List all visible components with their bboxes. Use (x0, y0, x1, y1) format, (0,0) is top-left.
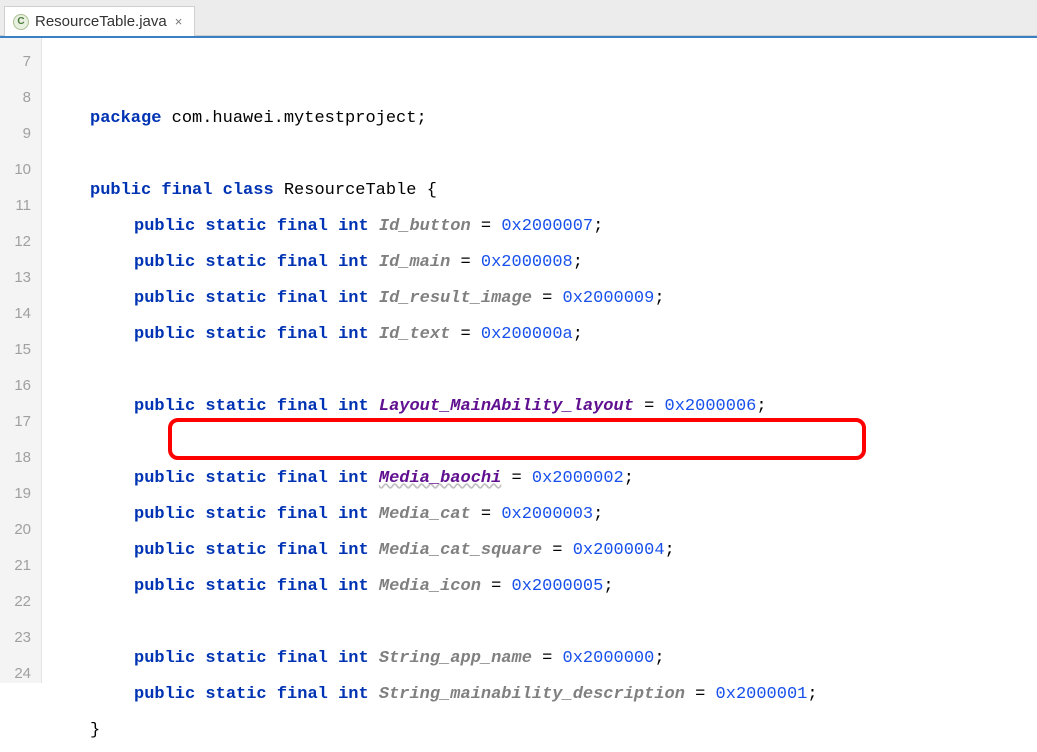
code-line: public static final int String_mainabili… (42, 677, 1037, 713)
code-line: public final class ResourceTable { (42, 173, 1037, 209)
line-number: 23 (6, 620, 31, 656)
code-line: public static final int Id_text = 0x2000… (42, 317, 1037, 353)
code-line (42, 425, 1037, 461)
code-line: } (42, 713, 1037, 749)
field-name: String_mainability_description (379, 685, 685, 704)
line-number: 16 (6, 368, 31, 404)
close-icon[interactable]: × (173, 14, 185, 29)
field-name: String_app_name (379, 649, 532, 668)
line-number: 12 (6, 224, 31, 260)
line-number: 22 (6, 584, 31, 620)
code-line: public static final int Media_icon = 0x2… (42, 569, 1037, 605)
field-name: Media_cat_square (379, 541, 542, 560)
field-name: Media_baochi (379, 469, 501, 488)
tab-resourcetable[interactable]: C ResourceTable.java × (4, 6, 195, 36)
line-number: 21 (6, 548, 31, 584)
code-line: public static final int Media_baochi = 0… (42, 461, 1037, 497)
code-line: public static final int Id_main = 0x2000… (42, 245, 1037, 281)
tab-bar: C ResourceTable.java × (0, 0, 1037, 36)
line-number: 24 (6, 656, 31, 692)
line-number: 7 (6, 44, 31, 80)
code-line: public static final int Media_cat = 0x20… (42, 497, 1037, 533)
line-number: 8 (6, 80, 31, 116)
code-line: public static final int String_app_name … (42, 641, 1037, 677)
field-name: Id_button (379, 217, 471, 236)
field-name: Layout_MainAbility_layout (379, 397, 634, 416)
line-number: 11 (6, 188, 31, 224)
line-number: 10 (6, 152, 31, 188)
tab-filename: ResourceTable.java (35, 13, 167, 30)
field-name: Media_icon (379, 577, 481, 596)
code-area[interactable]: package com.huawei.mytestproject; public … (42, 38, 1037, 683)
line-number: 19 (6, 476, 31, 512)
code-line (42, 353, 1037, 389)
code-line: public static final int Media_cat_square… (42, 533, 1037, 569)
line-number: 18 (6, 440, 31, 476)
field-name: Id_result_image (379, 289, 532, 308)
field-name: Media_cat (379, 505, 471, 524)
code-line: package com.huawei.mytestproject; (42, 101, 1037, 137)
line-number: 9 (6, 116, 31, 152)
line-number: 17 (6, 404, 31, 440)
java-class-icon: C (13, 14, 29, 30)
code-editor[interactable]: 789101112131415161718192021222324 packag… (0, 36, 1037, 683)
field-name: Id_main (379, 253, 450, 272)
line-number: 20 (6, 512, 31, 548)
code-line: public static final int Id_button = 0x20… (42, 209, 1037, 245)
line-number: 15 (6, 332, 31, 368)
code-line: public static final int Id_result_image … (42, 281, 1037, 317)
line-number-gutter: 789101112131415161718192021222324 (0, 38, 42, 683)
field-name: Id_text (379, 325, 450, 344)
code-line: public static final int Layout_MainAbili… (42, 389, 1037, 425)
line-number: 13 (6, 260, 31, 296)
code-line (42, 137, 1037, 173)
line-number: 14 (6, 296, 31, 332)
code-line (42, 605, 1037, 641)
